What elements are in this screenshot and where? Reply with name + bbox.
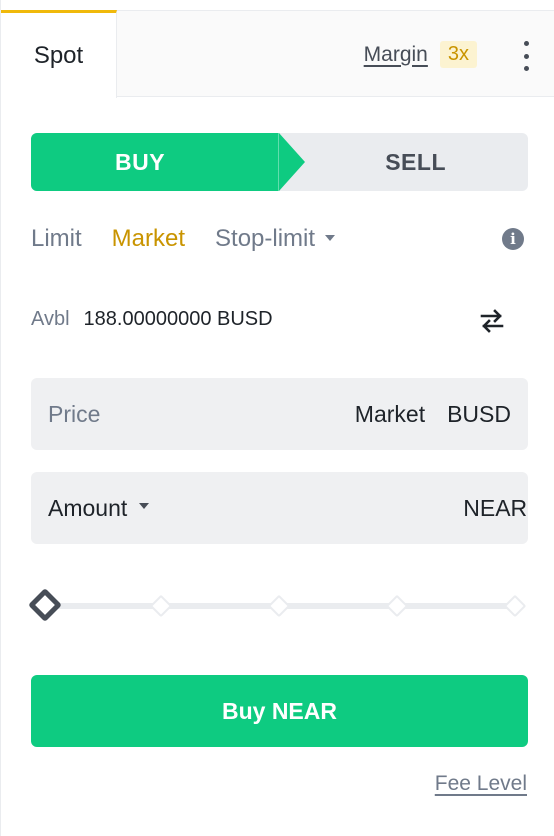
- amount-field: Amount NEAR: [31, 472, 528, 544]
- fee-level-link[interactable]: Fee Level: [435, 772, 527, 796]
- slider-stop-100[interactable]: [503, 594, 527, 618]
- slider-stop-25[interactable]: [149, 594, 173, 618]
- available-label: Avbl: [31, 308, 70, 330]
- swap-arrows-icon[interactable]: [479, 308, 505, 334]
- info-icon[interactable]: i: [502, 228, 524, 250]
- amount-input[interactable]: [167, 472, 464, 544]
- slider-handle[interactable]: [28, 588, 62, 622]
- amount-label: Amount: [48, 494, 128, 521]
- order-type-limit[interactable]: Limit: [31, 225, 82, 253]
- margin-link[interactable]: Margin: [364, 43, 428, 67]
- price-field: Price Market BUSD: [31, 378, 528, 450]
- available-balance: Avbl 188.00000000 BUSD: [31, 308, 273, 331]
- buy-divider: [278, 133, 279, 191]
- buy-near-button[interactable]: Buy NEAR: [31, 675, 528, 747]
- order-type-market[interactable]: Market: [112, 225, 185, 253]
- order-type-tabs: Limit Market Stop-limit: [31, 222, 365, 256]
- leverage-badge: 3x: [439, 41, 477, 68]
- kebab-icon[interactable]: [521, 41, 531, 71]
- price-label: Price: [48, 400, 101, 427]
- slider-stop-50[interactable]: [267, 594, 291, 618]
- amount-unit: NEAR: [463, 494, 528, 521]
- stop-limit-label: Stop-limit: [215, 225, 316, 252]
- buy-button[interactable]: BUY: [31, 133, 305, 191]
- available-value: 188.00000000 BUSD: [83, 308, 273, 330]
- price-value: Market: [354, 400, 426, 427]
- caret-down-icon: [325, 234, 336, 241]
- side-toggle: SELL BUY: [31, 133, 528, 191]
- trade-mode-tabs: Spot Margin 3x: [1, 10, 554, 98]
- trade-panel: Spot Margin 3x SELL BUY Limit Market Sto…: [0, 0, 554, 836]
- slider-stop-75[interactable]: [385, 594, 409, 618]
- amount-type-dropdown[interactable]: Amount: [48, 494, 150, 522]
- order-type-stop-limit[interactable]: Stop-limit: [215, 225, 336, 253]
- tab-margin[interactable]: Margin 3x: [364, 41, 477, 68]
- tab-spot[interactable]: Spot: [1, 10, 117, 98]
- price-unit: BUSD: [447, 400, 511, 427]
- amount-slider[interactable]: [28, 588, 528, 624]
- caret-down-icon: [139, 503, 150, 509]
